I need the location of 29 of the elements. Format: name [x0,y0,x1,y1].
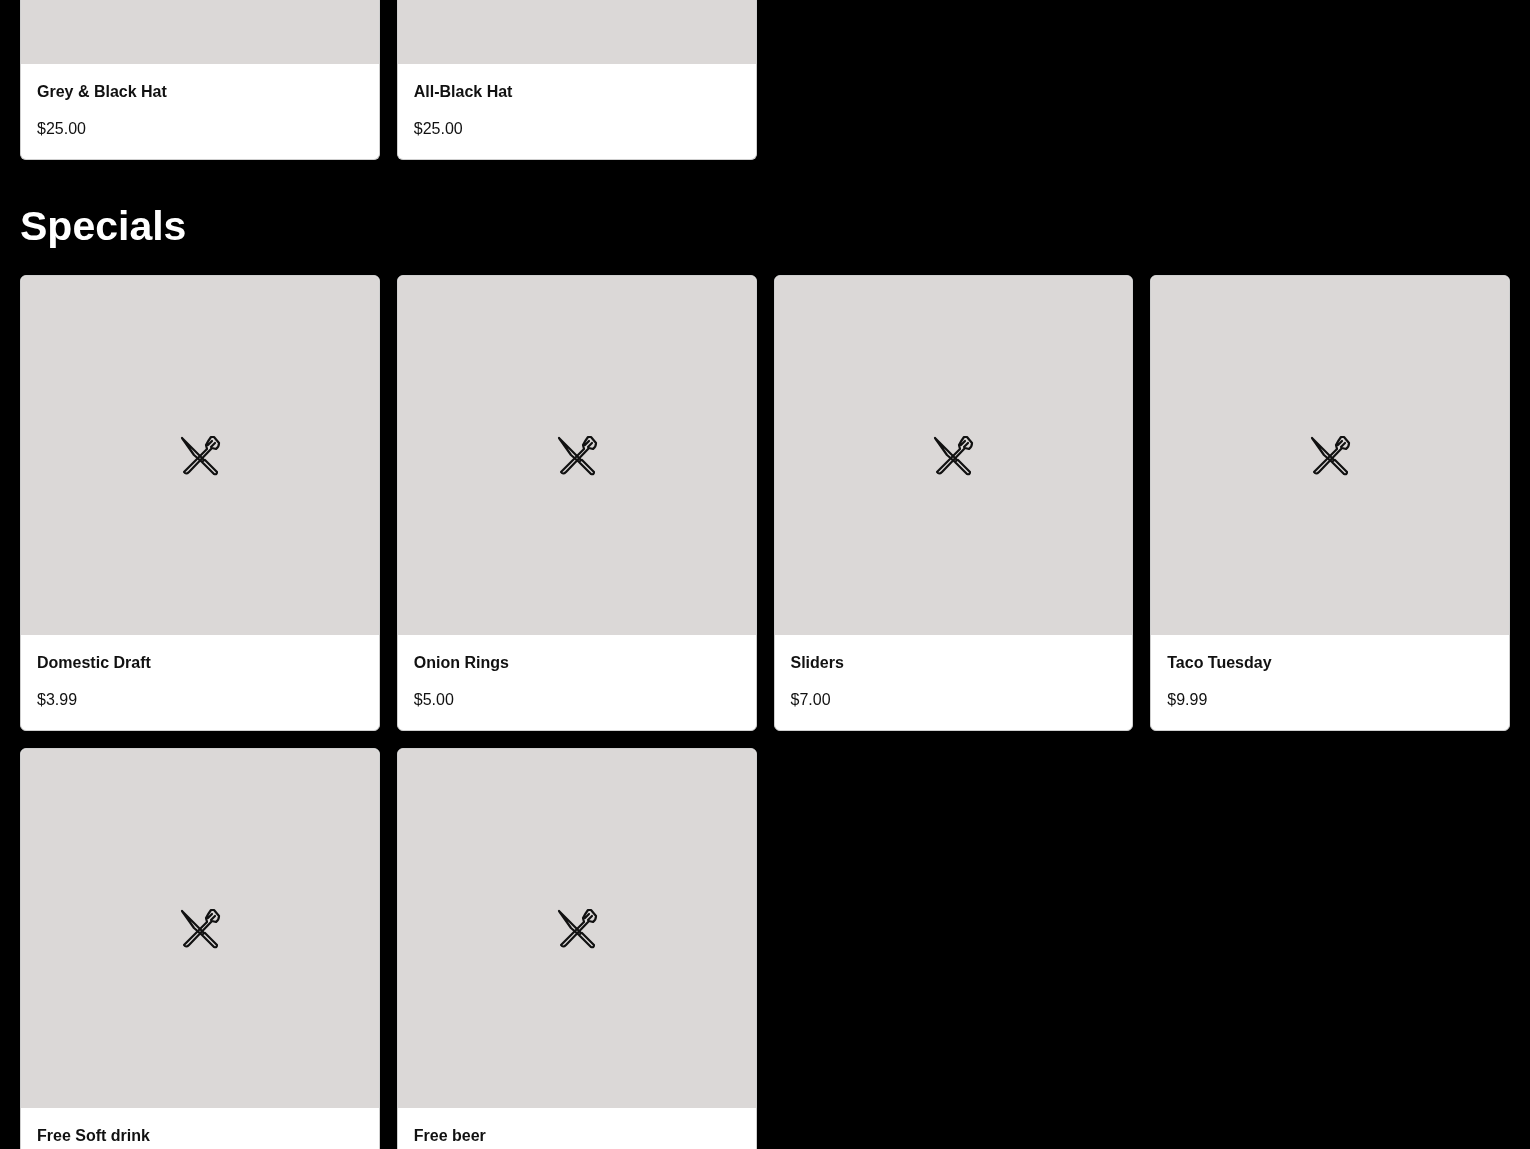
item-price: $9.99 [1167,690,1209,710]
menu-item-card[interactable]: Onion Rings $5.00 [396,275,757,731]
menu-item-card[interactable]: Free beer [396,748,757,1149]
item-price: $25.00 [413,119,464,139]
fork-and-knife-icon [555,434,598,477]
section-heading: Specials [20,202,188,250]
item-name: All-Black Hat [413,82,514,102]
item-price: $5.00 [413,690,455,710]
item-price: $7.00 [790,690,832,710]
item-name: Domestic Draft [37,653,152,673]
item-price: $3.99 [37,690,79,710]
fork-and-knife-icon [178,907,221,950]
item-name: Free beer [413,1126,487,1146]
menu-item-card[interactable]: Sliders $7.00 [773,275,1134,731]
menu-item-card[interactable]: Free Soft drink [20,748,380,1149]
menu-item-card[interactable]: All-Black Hat $25.00 [396,0,757,160]
item-price: $25.00 [37,119,87,139]
fork-and-knife-icon [555,907,598,950]
fork-and-knife-icon [932,434,975,477]
fork-and-knife-icon [1309,434,1352,477]
menu-item-card[interactable]: Domestic Draft $3.99 [20,275,380,731]
item-name: Onion Rings [413,653,510,673]
item-name: Taco Tuesday [1167,653,1273,673]
item-name: Sliders [790,653,845,673]
item-name: Grey & Black Hat [37,82,168,102]
menu-item-card[interactable]: Grey & Black Hat $25.00 [20,0,380,160]
fork-and-knife-icon [178,434,221,477]
item-name: Free Soft drink [37,1126,151,1146]
menu-item-card[interactable]: Taco Tuesday $9.99 [1150,275,1510,731]
